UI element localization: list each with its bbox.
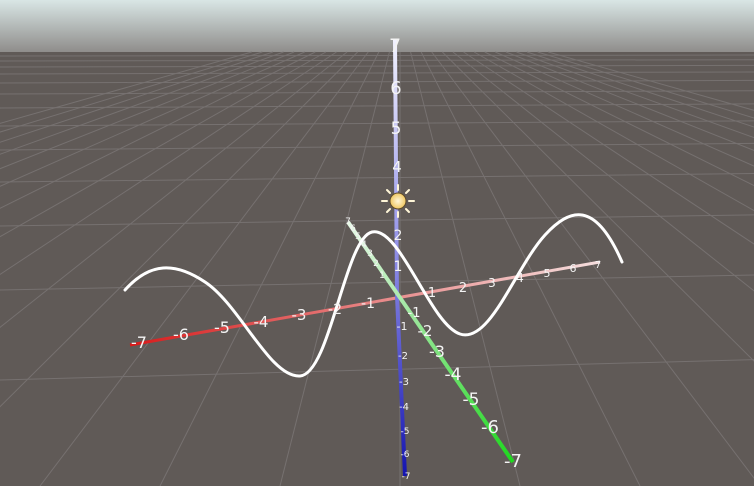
y-tick-label: 5 [391,119,402,139]
z-tick-label: 5 [355,232,361,242]
sky [0,0,754,52]
z-tick-label: -3 [429,342,445,361]
x-tick-label: 4 [516,271,524,285]
x-tick-label: 5 [544,267,551,280]
z-tick-label: -7 [504,451,522,472]
y-tick-label: -5 [401,427,410,437]
y-tick-label: -3 [399,377,409,388]
x-tick-label: 7 [595,260,601,271]
x-tick-label: -4 [254,313,269,331]
z-tick-label: 7 [345,217,351,227]
x-tick-label: 3 [488,276,496,290]
z-tick-label: -1 [408,306,421,321]
z-tick-label: 4 [361,240,367,250]
y-tick-label: -4 [399,402,409,413]
y-tick-label: 1 [394,259,403,275]
x-tick-label: -7 [131,333,147,352]
y-tick-label: 7 [389,35,401,57]
y-tick-label: -1 [397,320,408,333]
z-tick-label: 1 [379,271,385,281]
z-tick-label: -4 [445,365,462,385]
z-tick-label: -2 [418,322,433,340]
x-tick-label: -6 [173,325,189,344]
x-tick-label: 2 [459,281,467,296]
y-tick-label: -6 [401,450,410,460]
y-tick-label: 4 [392,158,402,176]
y-tick-label: 6 [390,78,401,99]
x-tick-label: -5 [214,318,230,337]
x-tick-label: 6 [570,262,577,275]
scene-canvas[interactable]: -7 -6 -5 -4 -3 -2 -1 1 2 3 4 5 6 7 1 2 4… [0,0,754,486]
y-tick-label: -2 [398,351,408,362]
scene-viewport[interactable]: -7 -6 -5 -4 -3 -2 -1 1 2 3 4 5 6 7 1 2 4… [0,0,754,486]
sun-light-icon[interactable] [381,184,415,218]
x-tick-label: -3 [292,306,307,324]
z-tick-label: -6 [481,417,499,438]
x-tick-label: 1 [428,286,436,301]
z-tick-label: 3 [367,249,373,259]
y-tick-label: -7 [402,472,411,482]
x-tick-label: -2 [328,302,342,318]
z-tick-label: -5 [463,390,480,410]
z-tick-label: 6 [350,224,356,234]
y-tick-label: 2 [394,228,403,244]
x-tick-label: -1 [361,296,375,312]
z-tick-label: 2 [373,259,379,269]
